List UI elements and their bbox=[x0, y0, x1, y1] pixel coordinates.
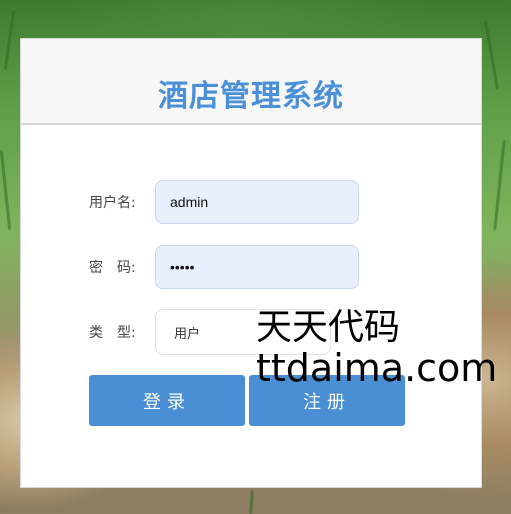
password-input[interactable]: ••••• bbox=[155, 245, 359, 289]
password-label: 密 码: bbox=[89, 260, 136, 276]
page-title: 酒店管理系统 bbox=[158, 79, 344, 114]
username-row: 用户名: admin bbox=[89, 180, 359, 224]
type-label: 类 型: bbox=[89, 325, 136, 341]
type-select[interactable]: 用户 bbox=[155, 309, 331, 355]
login-button[interactable]: 登录 bbox=[89, 375, 245, 426]
panel-header: 酒店管理系统 bbox=[21, 39, 481, 125]
username-input[interactable]: admin bbox=[155, 180, 359, 224]
password-row: 密 码: ••••• bbox=[89, 245, 359, 289]
type-row: 类 型: 用户 bbox=[89, 309, 331, 355]
username-label: 用户名: bbox=[89, 195, 136, 211]
login-panel: 酒店管理系统 用户名: admin 密 码: ••••• 类 型: 用户 登录 … bbox=[20, 38, 482, 488]
register-button[interactable]: 注册 bbox=[249, 375, 405, 426]
